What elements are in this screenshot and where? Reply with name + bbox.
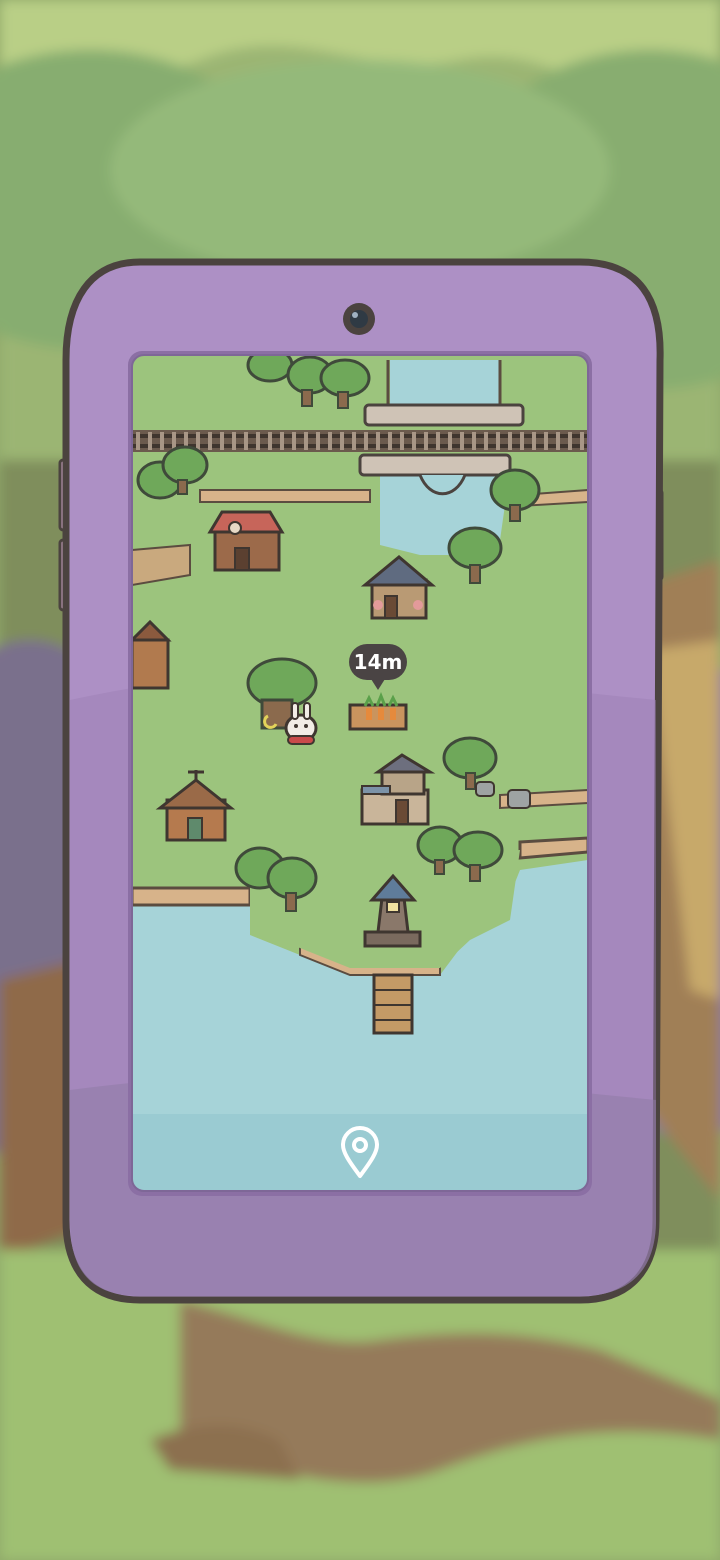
camera-lens-icon (343, 303, 375, 335)
wooden-pier[interactable] (372, 973, 414, 1035)
red-roof-house[interactable] (207, 510, 285, 572)
railway-track (132, 430, 588, 452)
stream-water (390, 360, 500, 410)
map-screen[interactable] (132, 349, 588, 1191)
timer-label: 14m (353, 650, 403, 674)
